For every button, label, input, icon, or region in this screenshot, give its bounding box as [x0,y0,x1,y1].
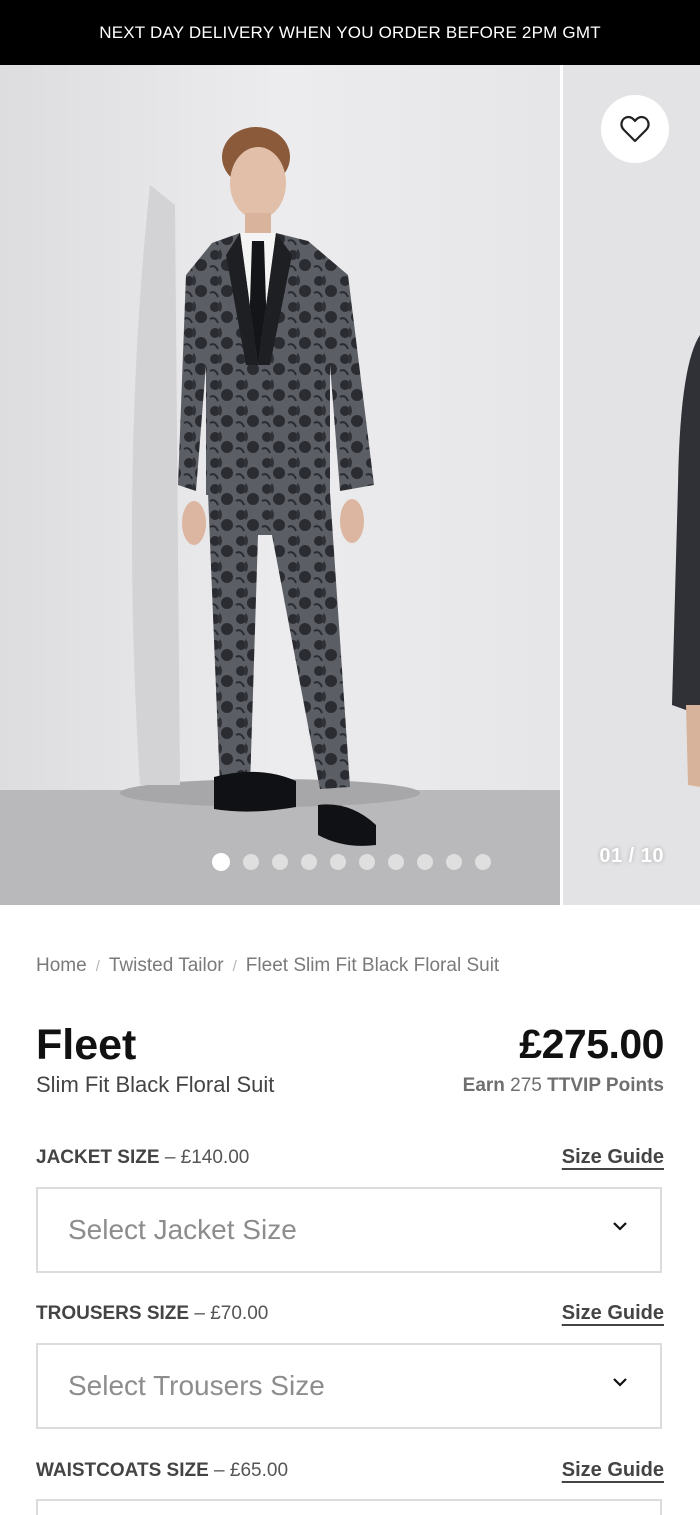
trousers-size-price-sep: – [194,1303,211,1324]
waistcoats-size-label: WAISTCOATS SIZE – £65.00 [36,1460,288,1482]
chevron-down-icon [613,1222,627,1231]
breadcrumb-separator: / [95,957,100,975]
heart-icon [620,115,650,143]
jacket-size-price-sep: – [164,1147,181,1168]
jacket-size-label: JACKET SIZE – £140.00 [36,1147,249,1169]
waistcoats-size-title: WAISTCOATS SIZE [36,1460,209,1481]
points-value: 275 [510,1075,542,1096]
jacket-size-price: £140.00 [180,1147,250,1168]
promo-text: NEXT DAY DELIVERY WHEN YOU ORDER BEFORE … [99,22,601,42]
image-counter: 01 / 10 [599,845,664,867]
jacket-size-placeholder: Select Jacket Size [68,1214,297,1245]
gallery-dot[interactable] [359,854,375,870]
jacket-size-select[interactable]: Select Jacket Size [36,1187,662,1273]
points-prefix: Earn [462,1075,505,1096]
gallery-dot[interactable] [272,854,288,870]
gallery-dot[interactable] [243,854,259,870]
gallery-dot[interactable] [330,854,346,870]
breadcrumb-separator: / [232,957,237,975]
gallery-dots [212,853,491,871]
waistcoats-size-guide-link[interactable]: Size Guide [562,1459,664,1482]
trousers-size-price: £70.00 [210,1303,269,1324]
product-price: £275.00 [519,1021,664,1067]
wishlist-button[interactable] [601,95,669,163]
gallery-dot[interactable] [475,854,491,870]
gallery-dot[interactable] [417,854,433,870]
breadcrumb-brand[interactable]: Twisted Tailor [109,955,224,977]
trousers-size-title: TROUSERS SIZE [36,1303,190,1324]
jacket-size-guide-link[interactable]: Size Guide [562,1146,664,1169]
trousers-size-guide-link[interactable]: Size Guide [562,1302,664,1325]
trousers-size-placeholder: Select Trousers Size [68,1370,325,1401]
product-title: Fleet [36,1021,137,1069]
product-subtitle: Slim Fit Black Floral Suit [36,1072,275,1097]
trousers-size-select[interactable]: Select Trousers Size [36,1343,662,1429]
product-image-gallery[interactable]: 01 / 10 [0,65,700,905]
next-product-image [560,65,700,905]
waistcoats-size-price: £65.00 [229,1460,289,1481]
product-image [0,65,560,905]
waistcoats-size-price-sep: – [214,1460,230,1481]
gallery-dot[interactable] [301,854,317,870]
points-suffix: TTVIP Points [547,1075,664,1096]
promo-banner: NEXT DAY DELIVERY WHEN YOU ORDER BEFORE … [0,0,700,65]
gallery-dot[interactable] [446,854,462,870]
trousers-size-label: TROUSERS SIZE – £70.00 [36,1303,268,1325]
loyalty-points: Earn 275 TTVIP Points [463,1075,664,1097]
waistcoats-size-select[interactable] [36,1499,662,1515]
gallery-dot[interactable] [212,853,230,871]
chevron-down-icon [613,1378,627,1387]
breadcrumb-home[interactable]: Home [36,955,87,977]
breadcrumb-current: Fleet Slim Fit Black Floral Suit [245,955,500,976]
jacket-size-title: JACKET SIZE [36,1147,160,1168]
gallery-dot[interactable] [388,854,404,870]
breadcrumb: Home / Twisted Tailor / Fleet Slim Fit B… [36,955,499,977]
